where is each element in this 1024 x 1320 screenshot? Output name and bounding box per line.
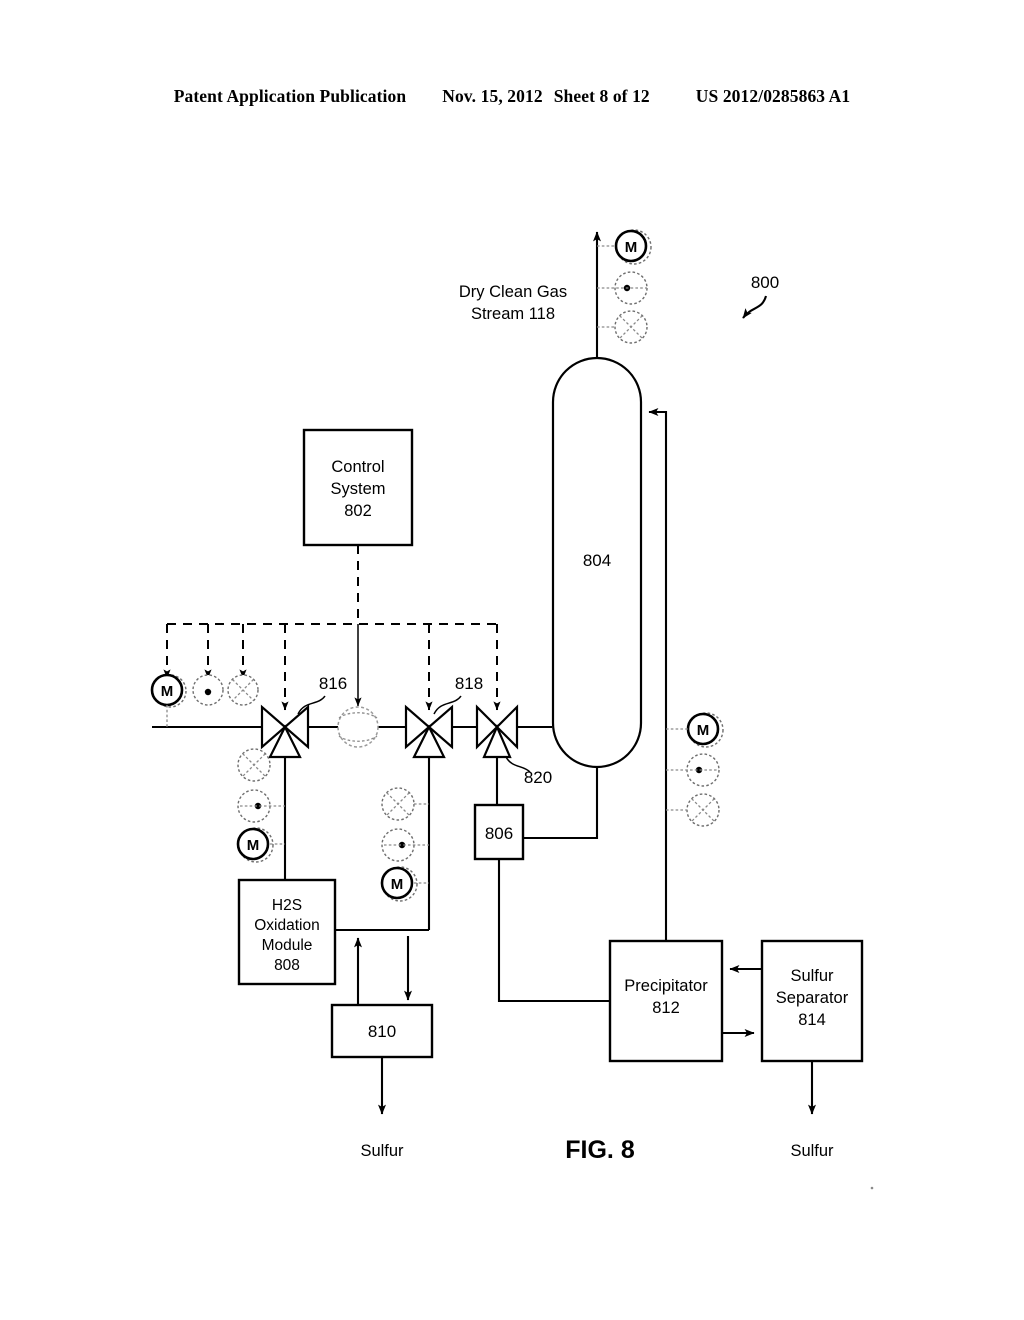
inlet-dot-center (204, 688, 212, 696)
recycle-branch-motor-glyph: M (391, 876, 404, 893)
valve-816-ref: 816 (319, 674, 347, 693)
system-800-ref: 800 (751, 273, 779, 292)
gas-stream-label-line1: Dry Clean Gas (459, 283, 567, 301)
valve-818-ref: 818 (455, 674, 483, 693)
unit-810-ref: 810 (368, 1022, 396, 1041)
return-motor-glyph: M (697, 722, 710, 739)
h2s-module-line1: H2S (272, 897, 302, 914)
control-system-line2: System (330, 480, 385, 498)
sulfur-separator-ref: 814 (798, 1011, 826, 1029)
control-system-line1: Control (331, 458, 384, 476)
sulfur-separator-line1: Sulfur (790, 967, 834, 985)
h2s-module-ref: 808 (274, 957, 300, 974)
control-system-ref: 802 (344, 502, 372, 520)
figure-caption: FIG. 8 (565, 1136, 635, 1164)
figure-8-diagram: 804 Control System 802 M M Dry Clean Gas… (150, 229, 874, 1190)
h2s-module-line2: Oxidation (254, 917, 319, 934)
outlet-motor-glyph: M (625, 239, 638, 256)
system-800-leader (742, 295, 768, 319)
valve-820[interactable] (475, 704, 519, 759)
valve-816[interactable] (260, 704, 310, 759)
precipitator-to-vessel-return-line (648, 408, 668, 941)
sulfur-label-left: Sulfur (360, 1142, 404, 1160)
gas-stream-label-line2: Stream 118 (471, 305, 555, 323)
patent-drawing-page: Patent Application Publication Nov. 15, … (0, 0, 1024, 1320)
inlet-motor-glyph: M (161, 683, 174, 700)
unit-806-ref: 806 (485, 824, 513, 843)
precipitator-ref: 812 (652, 999, 680, 1017)
valve-820-leader (505, 756, 531, 773)
h2s-branch-motor-glyph: M (247, 837, 260, 854)
vessel-804-ref: 804 (583, 551, 611, 570)
page-artifact-dot (870, 1186, 874, 1190)
unit-806-to-precipitator-line (497, 859, 610, 1003)
precipitator-line1: Precipitator (624, 977, 708, 995)
sulfur-separator-line2: Separator (776, 989, 849, 1007)
sulfur-label-right: Sulfur (790, 1142, 834, 1160)
h2s-module-line3: Module (262, 937, 313, 954)
valve-818[interactable] (404, 704, 454, 759)
